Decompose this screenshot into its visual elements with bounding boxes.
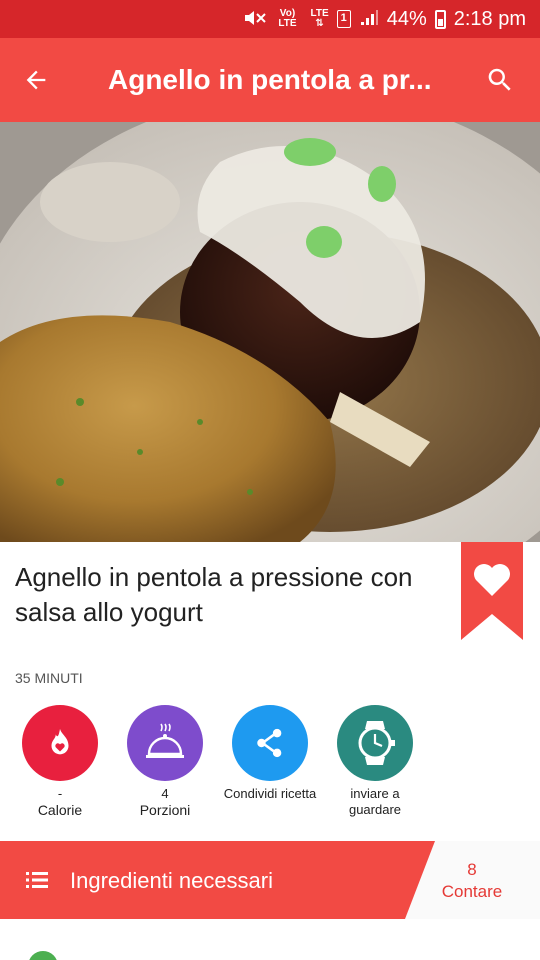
arrow-back-icon — [26, 70, 46, 90]
list-icon — [26, 870, 50, 895]
share-recipe-button[interactable]: Condividi ricetta — [220, 705, 320, 802]
send-to-watch-button[interactable]: inviare a guardare — [325, 705, 425, 818]
lte-indicator: LTE ⇅ — [311, 9, 329, 29]
servings-value: 4 — [161, 786, 169, 801]
sim-icon: 1 — [336, 10, 351, 28]
signal-icon — [359, 8, 379, 31]
watch-icon — [358, 721, 395, 765]
recipe-time: 35 MINUTI — [15, 670, 83, 686]
search-button[interactable] — [482, 62, 518, 98]
page-title: Agnello in pentola a pr... — [108, 64, 432, 95]
battery-icon — [434, 9, 446, 29]
recipe-title: Agnello in pentola a pressione con salsa… — [15, 562, 413, 627]
watch-label: inviare a guardare — [348, 786, 402, 817]
ingredient-count-label: Contare — [441, 882, 503, 901]
back-button[interactable] — [18, 62, 54, 98]
ingredients-header[interactable]: Ingredienti necessari 8 Contare — [0, 841, 540, 919]
calories-label: Calorie — [37, 802, 83, 818]
servings-button[interactable]: 4 Porzioni — [115, 705, 215, 818]
recipe-photo-illustration — [0, 122, 540, 542]
favorite-button[interactable] — [461, 542, 523, 640]
calories-value: - — [57, 786, 63, 801]
share-label: Condividi ricetta — [223, 786, 317, 801]
ingredient-check-icon[interactable] — [28, 951, 58, 960]
volte-lte-text: LTE — [278, 18, 297, 29]
app-bar: Agnello in pentola a pr... — [0, 38, 540, 122]
muted-speaker-icon — [242, 9, 270, 29]
recipe-photo — [0, 122, 540, 542]
serving-dish-icon — [146, 723, 184, 758]
ingredient-count: 8 — [467, 860, 477, 879]
status-bar: Vo) LTE LTE ⇅ 1 44% 2:18 pm — [0, 0, 540, 38]
clock: 2:18 pm — [453, 7, 526, 30]
servings-circle — [127, 705, 203, 781]
search-icon — [488, 68, 511, 91]
flame-heart-icon — [51, 728, 69, 755]
calories-circle — [22, 705, 98, 781]
battery-percent: 44% — [386, 7, 427, 30]
calories-button[interactable]: - Calorie — [10, 705, 110, 818]
volte-indicator: Vo) LTE — [278, 9, 296, 29]
data-arrows-icon: ⇅ — [315, 18, 324, 29]
bookmark-icon — [461, 542, 523, 640]
ingredients-title: Ingredienti necessari — [70, 868, 274, 893]
watch-circle — [337, 705, 413, 781]
share-circle — [232, 705, 308, 781]
ingredient-count-box — [405, 841, 540, 919]
share-icon — [257, 728, 282, 758]
servings-label: Porzioni — [139, 802, 191, 818]
status-icons: Vo) LTE LTE ⇅ 1 44% 2:18 pm — [242, 0, 526, 38]
